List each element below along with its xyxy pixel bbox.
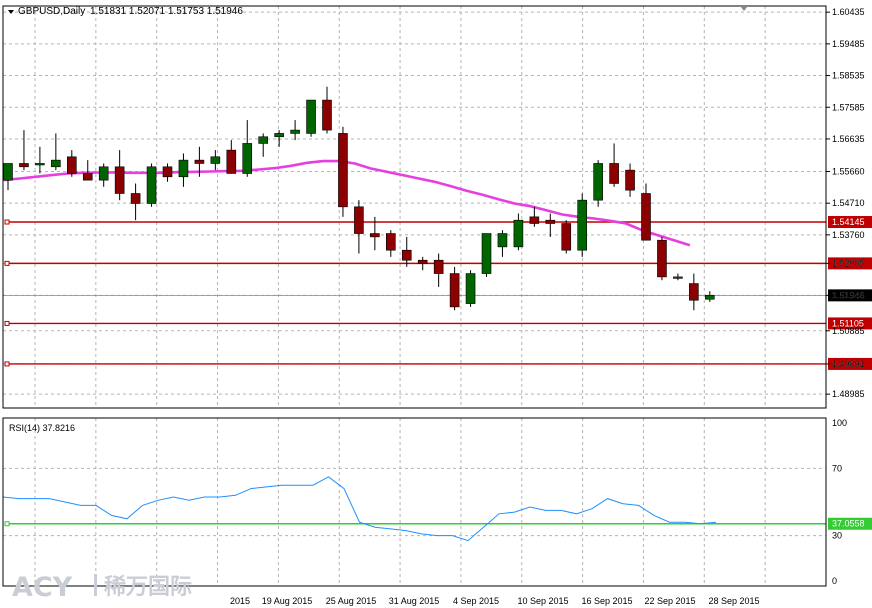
candle-bear — [529, 216, 540, 224]
y-tick-label: 1.59485 — [832, 39, 865, 49]
candle-bull — [51, 159, 61, 168]
candle-bear — [322, 99, 332, 131]
rsi-title: RSI(14) 37.8216 — [9, 423, 75, 433]
candle-bull — [98, 166, 109, 181]
candle-bull — [35, 163, 45, 166]
x-tick-label: 25 Aug 2015 — [326, 596, 377, 606]
candle-bear — [657, 239, 667, 278]
level-handle[interactable] — [4, 320, 10, 326]
ohlc-values: 1.51831 1.52071 1.51753 1.51946 — [90, 6, 243, 17]
rsi-tick-label: 100 — [832, 418, 847, 428]
rsi-tick-label: 70 — [832, 463, 842, 473]
y-tick-label: 1.53760 — [832, 230, 865, 240]
forex-chart: 1.541451.529051.511051.498911.51946 37.0… — [0, 0, 872, 608]
rsi-level-label: 37.0558 — [832, 519, 865, 529]
x-tick-label: 22 Sep 2015 — [644, 596, 695, 606]
watermark-divider — [94, 574, 97, 596]
x-tick-label: 19 Aug 2015 — [262, 596, 313, 606]
level-handle[interactable] — [4, 219, 10, 225]
candle-bear — [689, 283, 699, 301]
candle-bear — [130, 193, 141, 204]
candle-bear — [385, 233, 396, 251]
x-tick-label: 16 Sep 2015 — [581, 596, 632, 606]
x-tick-label: 31 Aug 2015 — [389, 596, 440, 606]
candle-bear — [433, 259, 444, 274]
candle-bear — [625, 169, 635, 191]
rsi-level-handle[interactable] — [4, 521, 10, 527]
candle-bear — [19, 163, 29, 168]
y-tick-label: 1.56635 — [832, 134, 865, 144]
candle-bear — [114, 166, 125, 194]
candle-bear — [641, 193, 651, 241]
candle-bear — [449, 273, 460, 308]
x-tick-label: 4 Sep 2015 — [453, 596, 499, 606]
y-tick-label: 1.60435 — [832, 7, 865, 17]
y-tick-label: 1.58535 — [832, 71, 865, 81]
candle-bear — [370, 233, 380, 238]
candle-bull — [673, 276, 683, 279]
candle-bull — [178, 159, 189, 178]
y-tick-label: 1.52905 — [832, 258, 865, 268]
candle-bull — [146, 166, 157, 204]
y-tick-label: 1.54710 — [832, 198, 865, 208]
candle-bull — [704, 294, 715, 300]
candle-bear — [609, 163, 619, 184]
y-tick-label: 1.51946 — [832, 290, 865, 300]
candle-bull — [465, 273, 476, 304]
candle-bear — [162, 166, 173, 178]
candle-bear — [417, 259, 428, 264]
candle-bull — [242, 143, 253, 174]
x-tick-label: 10 Sep 2015 — [517, 596, 568, 606]
candle-bull — [306, 99, 316, 134]
candle-bear — [338, 133, 348, 208]
y-tick-label: 1.48985 — [832, 389, 865, 399]
y-tick-label: 1.50885 — [832, 326, 865, 336]
candle-bull — [497, 233, 508, 248]
watermark-brand: ACY — [12, 572, 73, 603]
candle-bear — [82, 173, 93, 181]
candle-bull — [274, 133, 284, 138]
rsi-tick-label: 30 — [832, 531, 842, 541]
candle-bear — [561, 223, 572, 251]
level-handle[interactable] — [4, 260, 10, 266]
candle-bear — [545, 219, 556, 224]
candle-bear — [354, 206, 364, 234]
watermark-cn: 稀万国际 — [104, 574, 192, 600]
y-tick-label: 1.55660 — [832, 166, 865, 176]
candle-bull — [481, 233, 492, 274]
candle-bull — [258, 136, 269, 144]
candle-bear — [194, 159, 205, 164]
symbol-label: GBPUSD,Daily — [18, 6, 85, 17]
candle-bull — [210, 156, 221, 164]
level-handle[interactable] — [4, 361, 10, 367]
candle-bull — [290, 129, 300, 134]
level-price-label: 1.54145 — [832, 217, 865, 227]
candle-bull — [3, 163, 13, 181]
y-tick-label: 1.49891 — [832, 359, 865, 369]
candle-bull — [513, 219, 524, 248]
x-tick-label: 2015 — [230, 596, 250, 606]
candle-bull — [593, 163, 603, 201]
x-tick-label: 28 Sep 2015 — [708, 596, 759, 606]
y-tick-label: 1.57585 — [832, 102, 865, 112]
chart-background — [0, 0, 872, 608]
candle-bear — [401, 249, 412, 261]
candle-bear — [67, 156, 77, 174]
rsi-tick-label: 0 — [832, 576, 837, 586]
candle-bull — [577, 199, 588, 251]
candle-bear — [226, 149, 237, 174]
